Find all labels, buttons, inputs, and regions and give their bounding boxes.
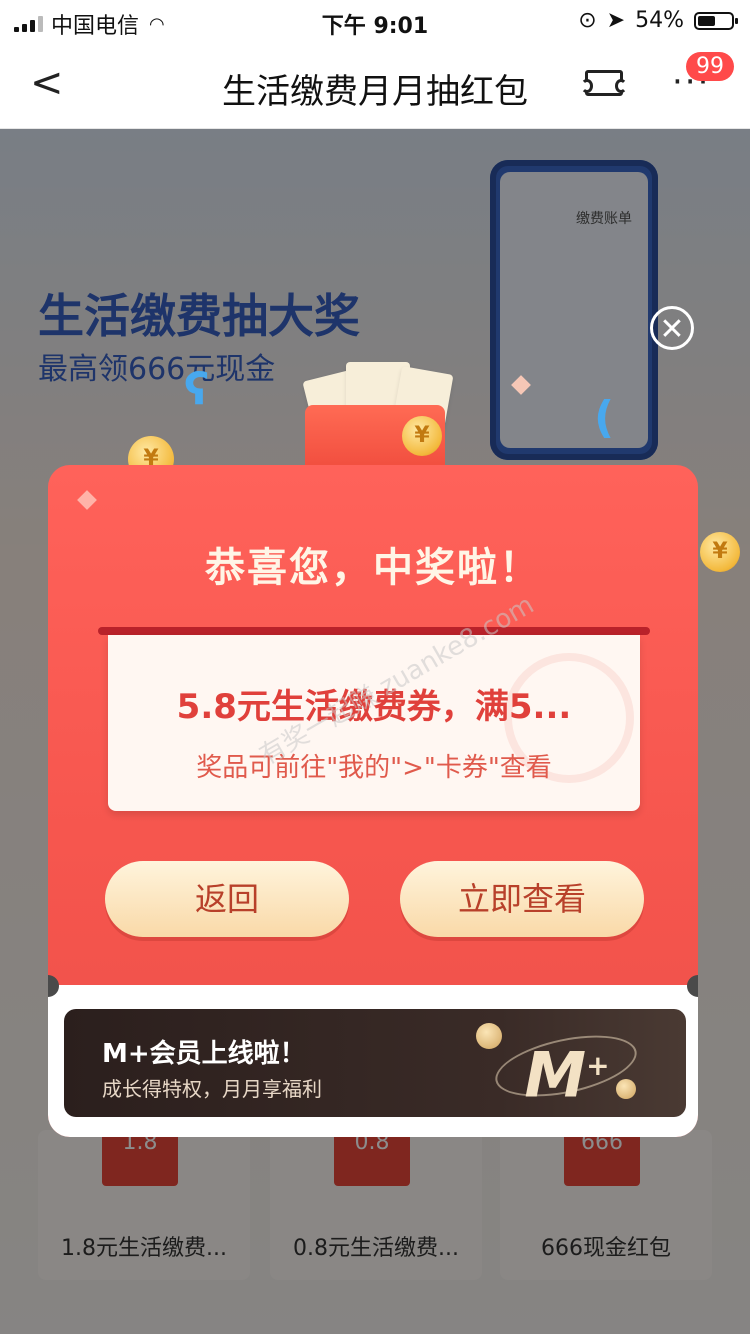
swirl-decoration: ʕ [184, 364, 210, 415]
diamond-decoration [77, 490, 97, 510]
m-plus-logo: M+ [524, 1038, 610, 1112]
prize-detail-card: 5.8元生活缴费券，满5... 奖品可前往"我的">"卡券"查看 [108, 635, 640, 811]
modal-title: 恭喜您，中奖啦！ [205, 545, 541, 591]
nav-bar: < 生活缴费月月抽红包 ··· 99 [0, 40, 750, 129]
battery-percent: 54% [635, 8, 684, 33]
status-bar: 中国电信 ◠ 下午 9:01 ⊙ ➤ 54% [0, 0, 750, 40]
prize-slot [98, 627, 650, 635]
swirl-decoration: ( [594, 392, 615, 443]
location-icon: ➤ [606, 8, 626, 33]
notification-badge: 99 [686, 52, 734, 81]
coin-icon [616, 1079, 636, 1099]
view-now-button[interactable]: 立即查看 [400, 861, 644, 937]
close-icon[interactable]: ✕ [650, 306, 694, 350]
banner-container: M+会员上线啦！ 成长得特权，月月享福利 M+ [48, 985, 698, 1137]
battery-icon [694, 11, 738, 30]
ticket-icon[interactable] [581, 70, 627, 96]
prize-name: 5.8元生活缴费券，满5... [176, 687, 572, 727]
page-title: 生活缴费月月抽红包 [222, 72, 528, 112]
banner-title: M+会员上线啦！ [102, 1039, 306, 1069]
prize-result-modal: 恭喜您，中奖啦！ 5.8元生活缴费券，满5... 奖品可前往"我的">"卡券"查… [48, 465, 698, 1137]
prize-hint: 奖品可前往"我的">"卡券"查看 [196, 753, 552, 783]
banner-subtitle: 成长得特权，月月享福利 [102, 1077, 322, 1101]
coin-icon: ¥ [402, 416, 442, 456]
back-button[interactable]: 返回 [105, 861, 349, 937]
coin-icon [476, 1023, 502, 1049]
rotation-lock-icon: ⊙ [578, 8, 597, 33]
membership-banner[interactable]: M+会员上线啦！ 成长得特权，月月享福利 M+ [64, 1009, 686, 1117]
coin-icon: ¥ [700, 532, 740, 572]
